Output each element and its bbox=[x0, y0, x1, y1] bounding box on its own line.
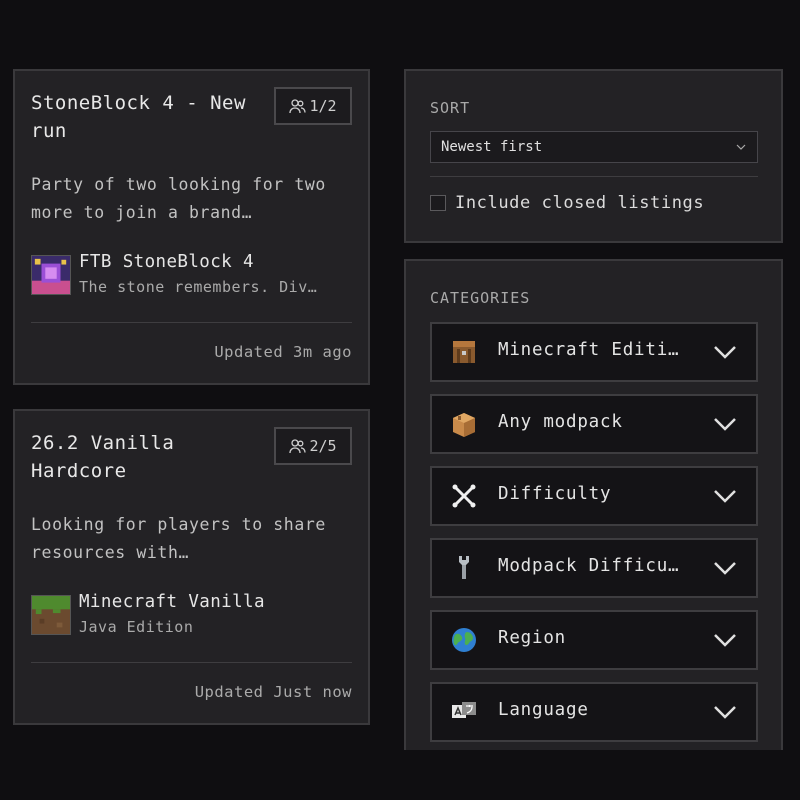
chevron-down-icon bbox=[714, 562, 736, 575]
grass-block-icon bbox=[31, 595, 71, 635]
updated-timestamp: Updated 3m ago bbox=[214, 343, 352, 361]
category-label: Minecraft Editi… bbox=[498, 340, 680, 360]
include-closed-checkbox[interactable] bbox=[430, 195, 446, 211]
language-icon bbox=[452, 702, 476, 718]
sort-select[interactable]: Newest first bbox=[430, 131, 758, 163]
crossed-bones-icon bbox=[452, 484, 476, 508]
category-label: Any modpack bbox=[498, 412, 623, 432]
category-language[interactable]: Language bbox=[430, 682, 758, 742]
card-divider bbox=[31, 322, 352, 323]
sort-panel: SORT Newest first Include closed listing… bbox=[404, 69, 783, 243]
players-badge: 2/5 bbox=[274, 427, 352, 465]
sort-divider bbox=[430, 176, 758, 177]
modpack-row: FTB StoneBlock 4 The stone remembers. Di… bbox=[31, 251, 356, 301]
modpack-thumbnail-icon bbox=[31, 255, 71, 295]
chevron-down-icon bbox=[714, 634, 736, 647]
listing-card[interactable]: 26.2 Vanilla Hardcore 2/5 Looking for pl… bbox=[13, 409, 370, 725]
modpack-subtitle: Java Edition bbox=[79, 618, 194, 636]
users-icon bbox=[289, 98, 307, 113]
modpack-subtitle: The stone remembers. Div… bbox=[79, 278, 318, 296]
crafting-table-icon bbox=[453, 341, 475, 363]
listing-description: Looking for players to share resources w… bbox=[31, 515, 326, 562]
listing-title: 26.2 Vanilla Hardcore bbox=[31, 432, 175, 482]
chevron-down-icon bbox=[714, 346, 736, 359]
category-modpack[interactable]: Any modpack bbox=[430, 394, 758, 454]
include-closed-toggle[interactable]: Include closed listings bbox=[430, 193, 704, 213]
card-divider bbox=[31, 662, 352, 663]
sort-selected-value: Newest first bbox=[441, 139, 543, 155]
modpack-name: FTB StoneBlock 4 bbox=[79, 252, 254, 272]
players-count: 2/5 bbox=[309, 437, 337, 455]
category-label: Modpack Difficu… bbox=[498, 556, 680, 576]
package-icon bbox=[453, 413, 475, 437]
updated-timestamp: Updated Just now bbox=[194, 683, 352, 701]
category-minecraft-edition[interactable]: Minecraft Editi… bbox=[430, 322, 758, 382]
chevron-down-icon bbox=[736, 144, 746, 150]
category-label: Region bbox=[498, 628, 567, 648]
modpack-row: Minecraft Vanilla Java Edition bbox=[31, 591, 356, 641]
players-count: 1/2 bbox=[309, 97, 337, 115]
categories-heading: CATEGORIES bbox=[430, 289, 531, 307]
modpack-name: Minecraft Vanilla bbox=[79, 592, 265, 612]
sort-heading: SORT bbox=[430, 99, 471, 117]
include-closed-label: Include closed listings bbox=[455, 193, 705, 213]
chevron-down-icon bbox=[714, 490, 736, 503]
category-difficulty[interactable]: Difficulty bbox=[430, 466, 758, 526]
listing-title: StoneBlock 4 - New run bbox=[31, 92, 246, 142]
category-label: Language bbox=[498, 700, 589, 720]
chevron-down-icon bbox=[714, 706, 736, 719]
category-label: Difficulty bbox=[498, 484, 612, 504]
category-region[interactable]: Region bbox=[430, 610, 758, 670]
listing-description: Party of two looking for two more to joi… bbox=[31, 175, 326, 222]
users-icon bbox=[289, 438, 307, 453]
chevron-down-icon bbox=[714, 418, 736, 431]
listing-card[interactable]: StoneBlock 4 - New run 1/2 Party of two … bbox=[13, 69, 370, 385]
globe-icon bbox=[452, 628, 476, 652]
categories-panel: CATEGORIES Minecraft Editi… Any modpack … bbox=[404, 259, 783, 750]
category-modpack-difficulty[interactable]: Modpack Difficu… bbox=[430, 538, 758, 598]
wrench-icon bbox=[459, 556, 469, 579]
players-badge: 1/2 bbox=[274, 87, 352, 125]
